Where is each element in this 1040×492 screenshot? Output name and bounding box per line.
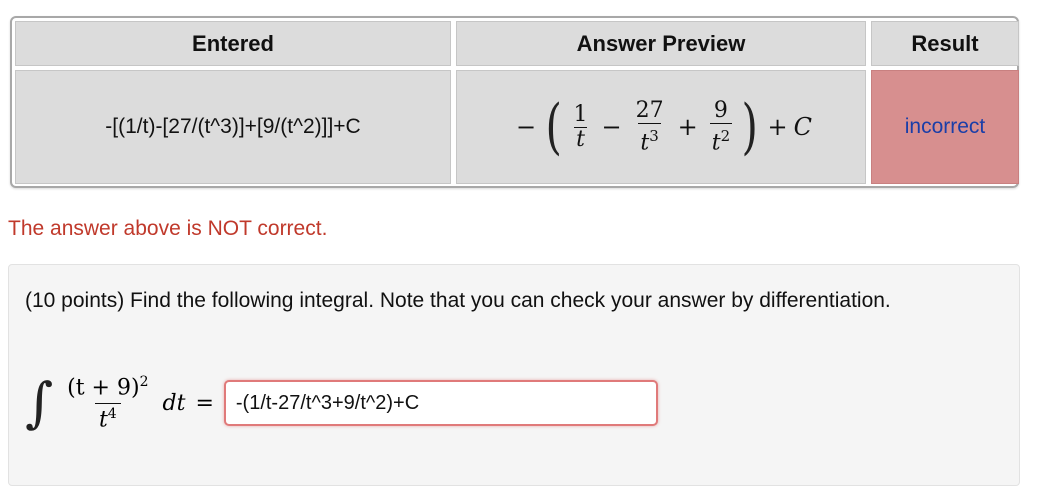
preview-frac1-numerator: 1 bbox=[573, 101, 588, 127]
results-table: Entered Answer Preview Result -[(1/t)-[2… bbox=[10, 16, 1019, 188]
preview-frac1-denominator: t bbox=[574, 126, 587, 152]
answer-input[interactable] bbox=[223, 380, 658, 426]
preview-left-paren: ( bbox=[545, 92, 562, 162]
preview-frac3-denominator: t2 bbox=[709, 122, 733, 155]
differential: dt bbox=[162, 390, 186, 416]
preview-constant: C bbox=[793, 113, 813, 141]
entered-cell: -[(1/t)-[27/(t^3)]+[9/(t^2)]]+C bbox=[15, 70, 451, 184]
preview-frac2-numerator: 27 bbox=[635, 97, 664, 123]
integrand-numerator: (t + 9)2 bbox=[67, 374, 149, 401]
preview-frac3-numerator: 9 bbox=[713, 97, 728, 123]
header-answer-preview: Answer Preview bbox=[456, 21, 866, 66]
preview-fraction-3: 9 t2 bbox=[709, 97, 733, 155]
entered-answer: -[(1/t)-[27/(t^3)]+[9/(t^2)]]+C bbox=[105, 115, 361, 138]
preview-plus: + bbox=[767, 113, 788, 141]
header-result: Result bbox=[871, 21, 1019, 66]
problem-statement: (10 points) Find the following integral.… bbox=[25, 289, 891, 312]
integral-sign: ∫ bbox=[25, 371, 54, 434]
result-cell: incorrect bbox=[871, 70, 1019, 184]
preview-fraction-2: 27 t3 bbox=[634, 97, 666, 155]
result-status: incorrect bbox=[904, 115, 986, 138]
equals-sign: = bbox=[195, 390, 214, 416]
answer-preview-cell: − ( 1 t − 27 t3 + 9 t2 ) + C bbox=[456, 70, 866, 184]
integrand-denominator: t4 bbox=[94, 402, 121, 432]
preview-op-1: − bbox=[601, 113, 622, 141]
preview-minus: − bbox=[515, 113, 537, 141]
preview-fraction-1: 1 t bbox=[572, 101, 590, 152]
integral-row: ∫ (t + 9)2 t4 dt = bbox=[25, 373, 658, 433]
answer-preview-math: − ( 1 t − 27 t3 + 9 t2 ) + C bbox=[510, 97, 812, 157]
preview-op-2: + bbox=[677, 113, 698, 141]
preview-frac2-denominator: t3 bbox=[638, 122, 661, 155]
feedback-message: The answer above is NOT correct. bbox=[8, 217, 328, 240]
preview-right-paren: ) bbox=[741, 92, 759, 162]
problem-box: (10 points) Find the following integral.… bbox=[8, 264, 1020, 486]
integrand-fraction: (t + 9)2 t4 bbox=[63, 374, 152, 432]
header-entered: Entered bbox=[15, 21, 451, 66]
